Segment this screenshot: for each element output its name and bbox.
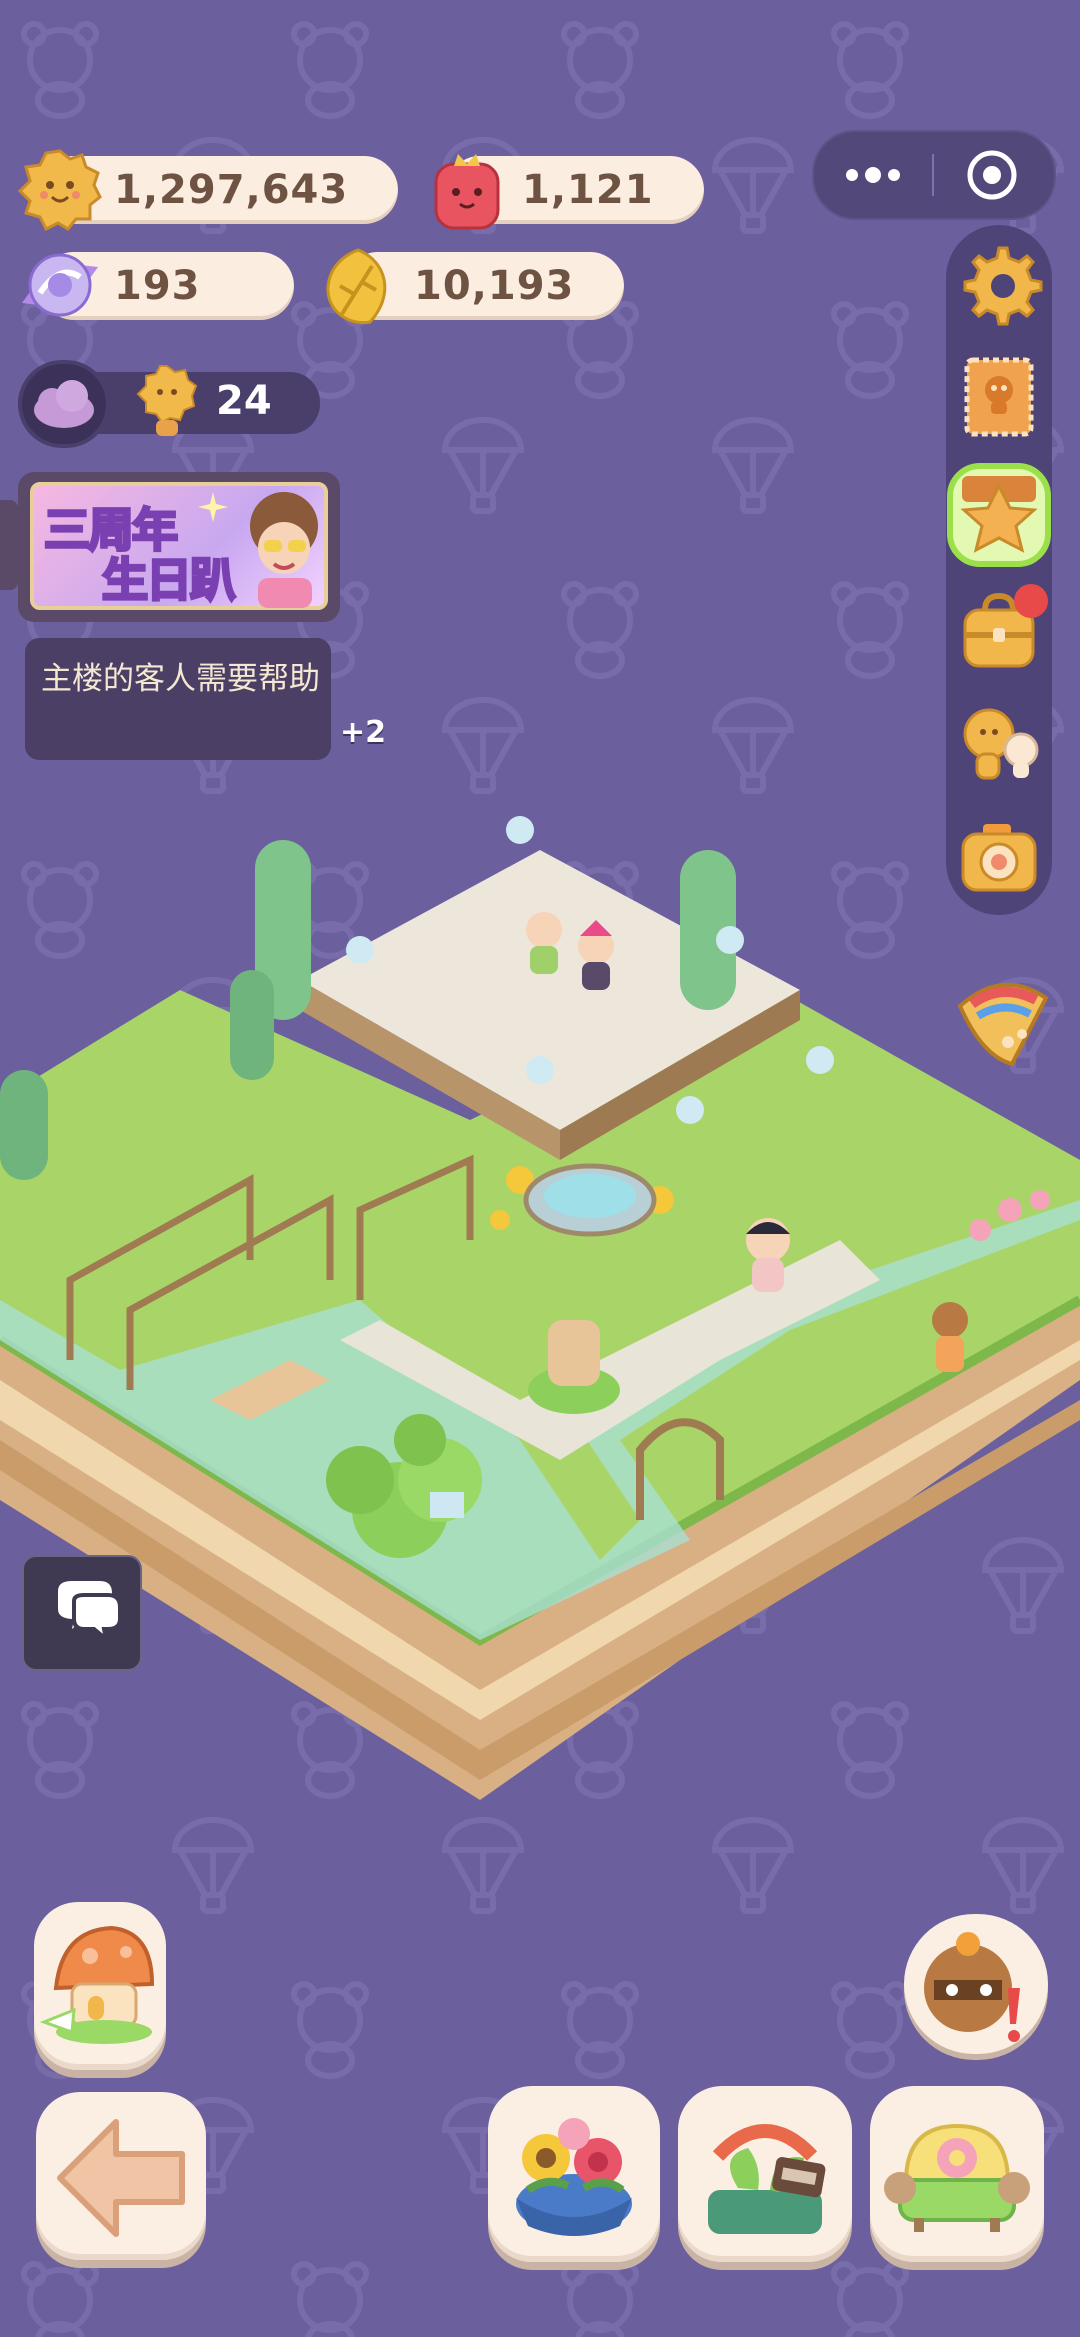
garden-island[interactable] — [0, 740, 1080, 1820]
raccoon-npc-icon — [924, 1932, 1020, 2042]
furniture-button[interactable] — [870, 2086, 1044, 2262]
leaves-value: 10,193 — [414, 263, 575, 309]
more-button[interactable] — [814, 132, 932, 218]
notification-dot — [1014, 584, 1048, 618]
target-close-icon — [967, 150, 1017, 200]
cookie-coin-icon — [17, 149, 102, 232]
arrow-left-icon — [57, 2119, 185, 2237]
flowers-button[interactable] — [488, 2086, 660, 2262]
sofa-icon — [884, 2123, 1030, 2232]
event-banner[interactable]: 三周年 生日趴 — [18, 472, 340, 622]
plant-sale-icon — [708, 2124, 826, 2234]
visitor-count: 24 — [216, 378, 272, 424]
mini-program-bar — [812, 130, 1056, 220]
birthday-character-icon — [250, 492, 318, 608]
chat-button[interactable] — [22, 1555, 142, 1671]
shop-button[interactable] — [678, 2086, 852, 2262]
sparkle-icon — [198, 492, 228, 522]
cloud-icon — [34, 380, 94, 428]
star-button[interactable] — [946, 462, 1052, 568]
banner-tab — [0, 500, 18, 590]
mushroom-house-icon — [39, 1925, 155, 2044]
back-button[interactable] — [36, 2092, 206, 2260]
cards-button[interactable] — [955, 352, 1043, 440]
golden-leaf-icon — [326, 248, 387, 325]
settings-button[interactable] — [955, 240, 1043, 328]
more-dots-icon — [846, 167, 900, 183]
stamp-card-icon — [964, 357, 1034, 437]
flower-pot-icon — [516, 2118, 632, 2236]
candy-value: 1,121 — [522, 167, 654, 213]
red-jelly-icon — [434, 154, 500, 230]
banner-title-line2: 生日趴 — [101, 552, 238, 609]
home-button[interactable] — [34, 1902, 166, 2070]
chat-bubbles-icon — [58, 1581, 122, 1645]
star-icon — [947, 463, 1051, 567]
npc-helper-button[interactable] — [904, 1914, 1048, 2054]
close-button[interactable] — [934, 132, 1054, 218]
gear-icon — [963, 246, 1043, 326]
visitor-icon — [136, 365, 198, 436]
crystal-candy-icon — [22, 253, 98, 317]
coins-value: 1,297,643 — [114, 167, 349, 213]
crystal-value: 193 — [114, 263, 201, 309]
weather-badge[interactable] — [18, 360, 110, 448]
quest-text: 主楼的客人需要帮助 — [41, 661, 320, 697]
